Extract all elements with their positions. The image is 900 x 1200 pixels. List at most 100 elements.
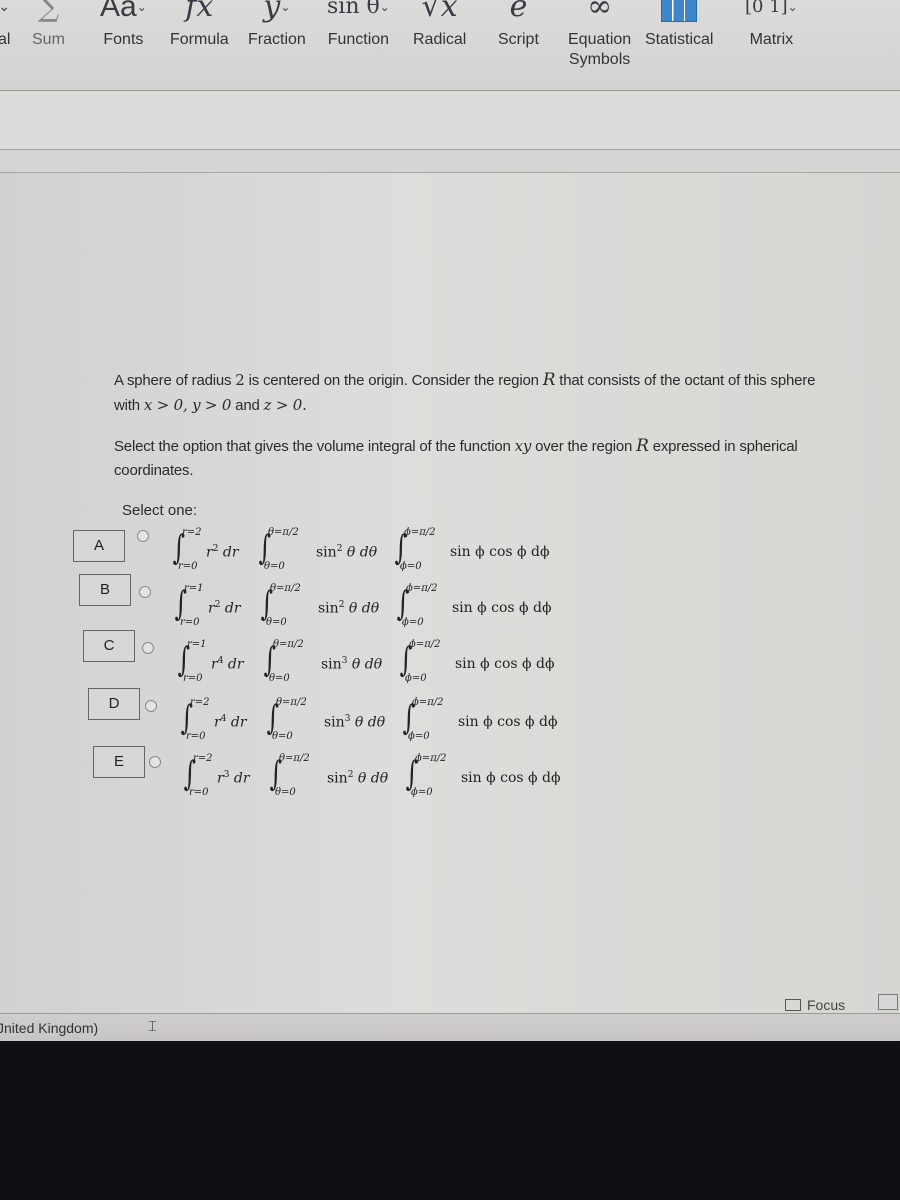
theta-integrand: sin3 θ dθ [324, 714, 386, 731]
r-upper-limit: r=2 [193, 753, 213, 764]
option-integral-c: ∫ r=1 r=0 r4 dr ∫ θ=π/2 θ=0 sin3 θ dθ ∫ ϕ=π/2 ϕ=0 s… [175, 639, 595, 689]
formula-icon: fx [185, 0, 214, 24]
phi-integrand: sin ϕ cos ϕ dϕ [455, 656, 555, 672]
chevron-down-icon: ⌄ [379, 0, 390, 14]
status-bar: Jnited Kingdom) ⌶ Focus [0, 994, 900, 1042]
phi-lower-limit: ϕ=0 [400, 561, 422, 572]
chevron-down-icon: ⌄ [787, 0, 798, 14]
phi-integrand: sin ϕ cos ϕ dϕ [461, 770, 561, 786]
ribbon-item-equation-symbols[interactable]: ∞ Equation Symbols [568, 0, 631, 70]
option-integral-e: ∫ r=2 r=0 r3 dr ∫ θ=π/2 θ=0 sin2 θ dθ ∫ ϕ=π/2 ϕ=0 s… [181, 753, 601, 803]
option-radio-b[interactable] [139, 586, 151, 598]
phi-lower-limit: ϕ=0 [411, 787, 433, 798]
theta-upper-limit: θ=π/2 [276, 697, 307, 708]
focus-button[interactable]: Focus [785, 997, 845, 1013]
theta-upper-limit: θ=π/2 [270, 583, 301, 594]
fonts-icon: Aa [100, 0, 137, 23]
ribbon-item-fonts[interactable]: Aa⌄ Fonts [100, 0, 147, 50]
chevron-down-icon: ⌄ [280, 0, 291, 14]
statistical-chart-icon [661, 0, 698, 22]
r-upper-limit: r=1 [187, 639, 207, 650]
ribbon-item-fraction[interactable]: y⌄ Fraction [248, 0, 306, 50]
r-upper-limit: r=2 [190, 697, 210, 708]
chevron-down-icon: ⌄ [0, 0, 11, 15]
option-radio-d[interactable] [145, 700, 157, 712]
sum-icon: ∑ [37, 0, 60, 24]
phi-lower-limit: ϕ=0 [405, 673, 427, 684]
question-paragraph-1: A sphere of radius 2 is centered on the … [114, 370, 816, 414]
radical-icon: √x [421, 0, 458, 24]
r-lower-limit: r=0 [178, 561, 198, 572]
theta-integrand: sin2 θ dθ [316, 544, 378, 561]
ruler-band [0, 91, 900, 150]
function-icon: sin θ [327, 0, 380, 19]
option-radio-c[interactable] [142, 642, 154, 654]
option-radio-a[interactable] [137, 530, 149, 542]
theta-upper-limit: θ=π/2 [273, 639, 304, 650]
r-upper-limit: r=1 [184, 583, 204, 594]
theta-lower-limit: θ=0 [264, 561, 285, 572]
option-letter-d[interactable]: D [88, 688, 140, 720]
theta-upper-limit: θ=π/2 [279, 753, 310, 764]
phi-lower-limit: ϕ=0 [408, 731, 430, 742]
r-integrand: r2 dr [208, 600, 241, 617]
option-letter-a[interactable]: A [73, 530, 125, 562]
select-one-label: Select one: [122, 502, 198, 519]
ribbon-item-sum[interactable]: ∑ Sum [32, 0, 65, 50]
r-integrand: r4 dr [214, 714, 247, 731]
question-text: A sphere of radius 2 is centered on the … [114, 368, 834, 494]
phi-upper-limit: ϕ=π/2 [409, 639, 441, 650]
theta-integrand: sin3 θ dθ [321, 656, 383, 673]
print-layout-view-icon[interactable] [878, 994, 898, 1010]
theta-lower-limit: θ=0 [266, 617, 287, 628]
r-integrand: r2 dr [206, 544, 239, 561]
option-integral-b: ∫ r=1 r=0 r2 dr ∫ θ=π/2 θ=0 sin2 θ dθ ∫ ϕ=π/2 ϕ=0 s… [172, 583, 592, 633]
r-integrand: r3 dr [217, 770, 250, 787]
theta-lower-limit: θ=0 [275, 787, 296, 798]
script-icon: e [509, 0, 528, 24]
r-lower-limit: r=0 [183, 673, 203, 684]
equation-symbols-icon: ∞ [587, 0, 613, 24]
ribbon-item-script[interactable]: e Script [498, 0, 539, 50]
ribbon-item-statistical[interactable]: Statistical [645, 0, 713, 50]
phi-integrand: sin ϕ cos ϕ dϕ [452, 600, 552, 616]
proofing-icon[interactable]: ⌶ [148, 1018, 157, 1035]
option-letter-b[interactable]: B [79, 574, 131, 606]
theta-lower-limit: θ=0 [269, 673, 290, 684]
focus-icon [785, 999, 801, 1011]
ribbon-item-function[interactable]: sin θ⌄ Function [327, 0, 390, 50]
ruler-strip [0, 150, 900, 173]
r-lower-limit: r=0 [186, 731, 206, 742]
matrix-icon: [0 1] [745, 0, 788, 17]
theta-upper-limit: θ=π/2 [268, 527, 299, 538]
phi-upper-limit: ϕ=π/2 [415, 753, 447, 764]
r-lower-limit: r=0 [189, 787, 209, 798]
theta-integrand: sin2 θ dθ [318, 600, 380, 617]
option-letter-c[interactable]: C [83, 630, 135, 662]
chevron-down-icon: ⌄ [136, 0, 147, 14]
phi-upper-limit: ϕ=π/2 [404, 527, 436, 538]
option-radio-e[interactable] [149, 756, 161, 768]
r-lower-limit: r=0 [180, 617, 200, 628]
phi-lower-limit: ϕ=0 [402, 617, 424, 628]
phi-integrand: sin ϕ cos ϕ dϕ [458, 714, 558, 730]
option-integral-a: ∫ r=2 r=0 r2 dr ∫ θ=π/2 θ=0 sin2 θ dθ ∫ ϕ=π/2 ϕ=0 s… [170, 527, 590, 577]
phi-integrand: sin ϕ cos ϕ dϕ [450, 544, 550, 560]
r-integrand: r4 dr [211, 656, 244, 673]
phi-upper-limit: ϕ=π/2 [406, 583, 438, 594]
fraction-icon: y [263, 0, 281, 24]
ribbon-item-formula[interactable]: fx Formula [170, 0, 229, 50]
ribbon-item-partial[interactable]: ⌄ al [0, 0, 10, 50]
theta-integrand: sin2 θ dθ [327, 770, 389, 787]
language-indicator[interactable]: Jnited Kingdom) [0, 1020, 98, 1036]
r-upper-limit: r=2 [182, 527, 202, 538]
ribbon-item-matrix[interactable]: [0 1]⌄ Matrix [745, 0, 798, 50]
theta-lower-limit: θ=0 [272, 731, 293, 742]
equation-ribbon: ⌄ al ∑ Sum Aa⌄ Fonts fx Formula y⌄ Fract… [0, 0, 900, 91]
question-paragraph-2: Select the option that gives the volume … [114, 436, 798, 479]
option-integral-d: ∫ r=2 r=0 r4 dr ∫ θ=π/2 θ=0 sin3 θ dθ ∫ ϕ=π/2 ϕ=0 s… [178, 697, 598, 747]
ribbon-item-radical[interactable]: √x Radical [413, 0, 466, 50]
phi-upper-limit: ϕ=π/2 [412, 697, 444, 708]
screen-bezel [0, 1041, 900, 1200]
option-letter-e[interactable]: E [93, 746, 145, 778]
